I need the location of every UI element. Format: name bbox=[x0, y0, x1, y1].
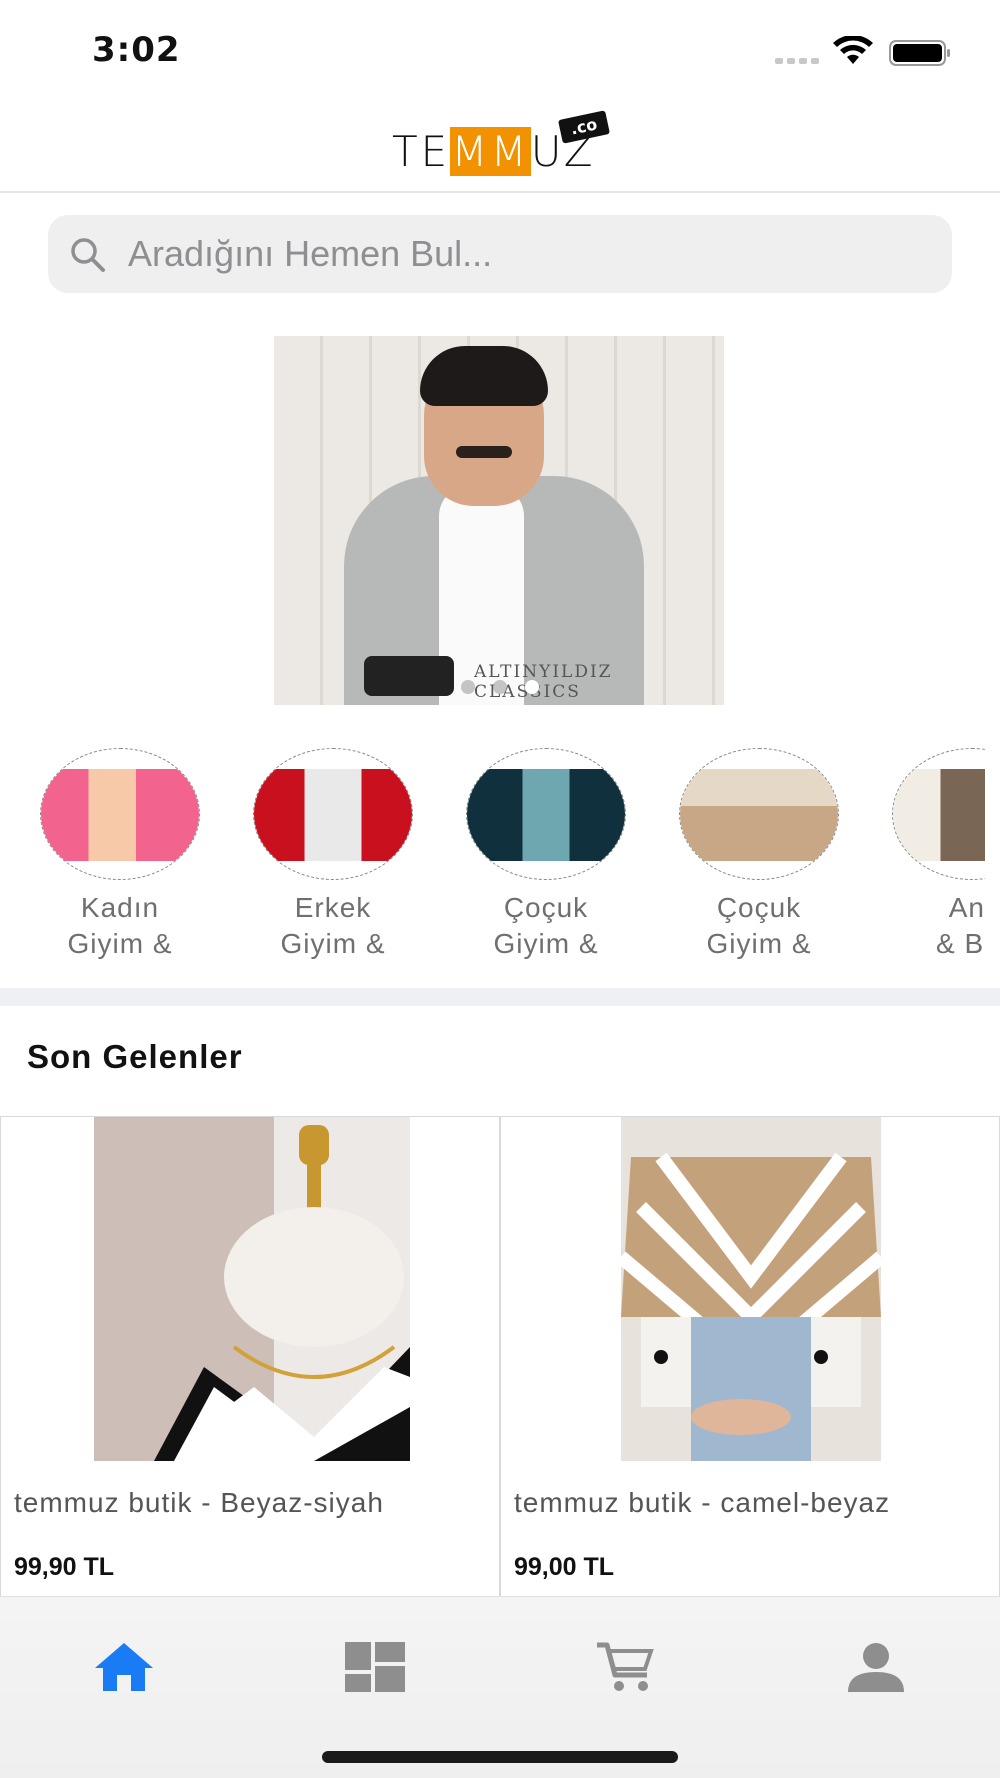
category-item[interactable]: Çoçuk Giyim & bbox=[674, 745, 844, 962]
category-item[interactable]: Erkek Giyim & bbox=[248, 745, 418, 962]
search-input[interactable] bbox=[128, 215, 928, 293]
category-label: Giyim & bbox=[706, 928, 812, 959]
search-bar[interactable] bbox=[48, 215, 952, 293]
carousel-dot[interactable] bbox=[493, 680, 507, 694]
product-name: temmuz butik - camel-beyaz bbox=[514, 1487, 891, 1518]
tab-home[interactable] bbox=[89, 1637, 159, 1697]
category-label: Çoçuk bbox=[716, 892, 802, 923]
product-card[interactable]: temmuz butik - camel-beyaz 99,00 TL bbox=[500, 1117, 1000, 1597]
category-item[interactable]: Kadın Giyim & bbox=[35, 745, 205, 962]
temmuz-logo[interactable]: TE MM UZ .co bbox=[392, 105, 612, 185]
wifi-icon bbox=[833, 36, 873, 64]
category-item[interactable]: Anr & Bel bbox=[887, 745, 985, 962]
product-image bbox=[94, 1117, 410, 1461]
category-label: & Bel bbox=[936, 928, 985, 959]
category-image bbox=[892, 748, 985, 880]
product-card[interactable]: temmuz butik - Beyaz-siyah 99,90 TL bbox=[0, 1117, 500, 1597]
profile-icon bbox=[848, 1643, 904, 1692]
tab-cart[interactable] bbox=[590, 1637, 660, 1697]
category-label: Giyim & bbox=[280, 928, 386, 959]
category-image bbox=[466, 748, 626, 880]
home-icon bbox=[95, 1643, 153, 1691]
category-image bbox=[253, 748, 413, 880]
battery-icon bbox=[889, 40, 950, 66]
product-name: temmuz butik - Beyaz-siyah bbox=[14, 1487, 384, 1518]
carousel-dot[interactable] bbox=[461, 680, 475, 694]
product-grid: temmuz butik - Beyaz-siyah 99,90 TL temm… bbox=[0, 1116, 1000, 1597]
promo-banner[interactable]: ALTINYILDIZ CLASSICS bbox=[274, 336, 724, 705]
app-header: TE MM UZ .co bbox=[0, 95, 1000, 193]
product-image bbox=[621, 1117, 881, 1461]
section-title: Son Gelenler bbox=[27, 1038, 243, 1075]
logo-badge: .co bbox=[558, 110, 610, 144]
search-icon bbox=[71, 238, 105, 272]
category-label: Giyim & bbox=[493, 928, 599, 959]
category-label: Çoçuk bbox=[503, 892, 589, 923]
cellular-signal-icon bbox=[775, 58, 819, 66]
carousel-dot-active[interactable] bbox=[525, 680, 539, 694]
tab-categories[interactable] bbox=[340, 1637, 410, 1697]
carousel-pagination[interactable] bbox=[0, 680, 1000, 694]
category-carousel[interactable]: Kadın Giyim & Erkek Giyim & Çoçuk Giyim … bbox=[0, 745, 985, 965]
category-label: Anr bbox=[948, 892, 985, 923]
product-price: 99,90 TL bbox=[14, 1553, 115, 1581]
status-time: 3:02 bbox=[92, 30, 181, 70]
section-divider bbox=[0, 988, 1000, 1006]
cart-icon bbox=[597, 1642, 654, 1691]
categories-icon bbox=[345, 1642, 405, 1692]
product-price: 99,00 TL bbox=[514, 1553, 615, 1581]
category-label: Erkek bbox=[294, 892, 372, 923]
tab-profile[interactable] bbox=[841, 1637, 911, 1697]
status-bar: 3:02 bbox=[0, 0, 1000, 95]
category-label: Kadın bbox=[80, 892, 160, 923]
home-indicator[interactable] bbox=[322, 1751, 678, 1763]
category-image bbox=[679, 748, 839, 880]
category-image bbox=[40, 748, 200, 880]
category-label: Giyim & bbox=[67, 928, 173, 959]
category-item[interactable]: Çoçuk Giyim & bbox=[461, 745, 631, 962]
